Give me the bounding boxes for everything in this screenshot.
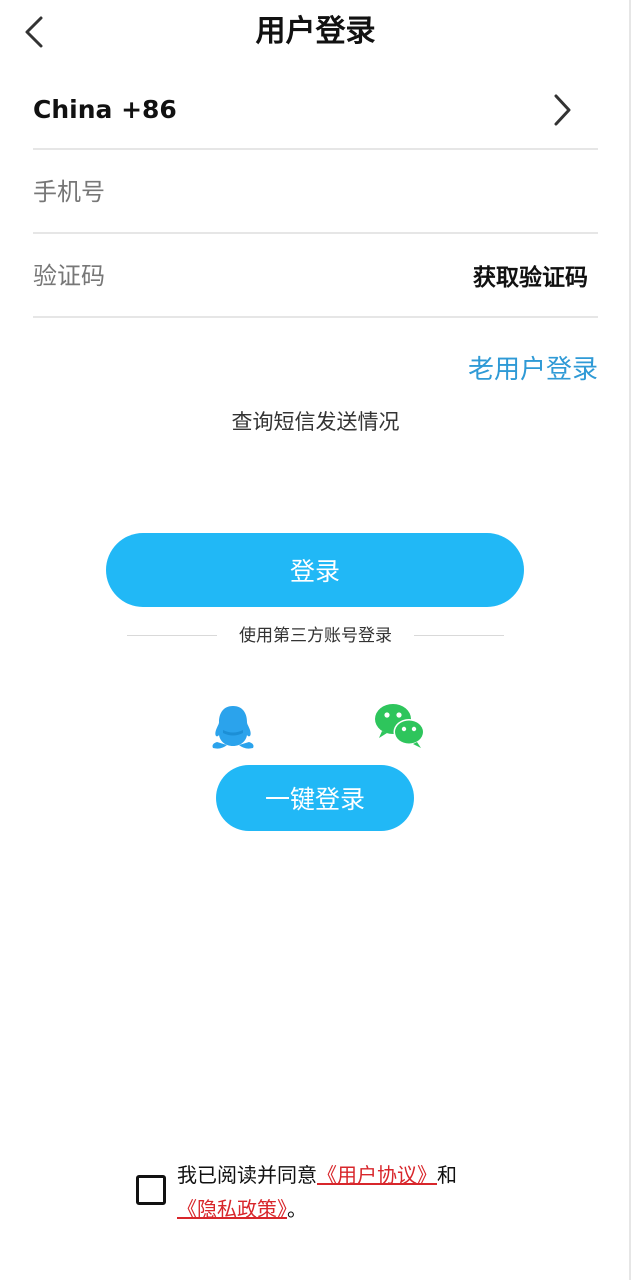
qq-login-button[interactable] [205,700,261,752]
agreement-text: 我已阅读并同意《用户协议》和《隐私政策》。 [177,1158,507,1226]
get-code-button[interactable]: 获取验证码 [473,258,588,298]
phone-input[interactable] [33,170,573,214]
user-agreement-link[interactable]: 《用户协议》 [317,1163,437,1187]
agreement-suffix: 。 [287,1197,307,1221]
country-code-label: China +86 [33,95,177,124]
chevron-right-icon [554,94,571,126]
sms-query-link[interactable]: 查询短信发送情况 [0,404,631,440]
header: 用户登录 [0,0,631,64]
agreement-prefix: 我已阅读并同意 [177,1163,317,1187]
third-party-login-label: 使用第三方账号登录 [239,626,392,646]
phone-field-row [33,150,598,234]
old-user-login-link[interactable]: 老用户登录 [468,350,598,390]
page-title: 用户登录 [255,14,376,49]
one-click-login-button[interactable]: 一键登录 [216,765,414,831]
wechat-icon [375,704,425,748]
agreement-and: 和 [437,1163,457,1187]
privacy-policy-link[interactable]: 《隐私政策》 [177,1197,287,1221]
wechat-login-button[interactable] [372,700,428,752]
divider-right [414,635,504,636]
qq-icon [212,706,254,749]
country-selector[interactable]: China +86 [33,66,598,150]
verification-code-row: 获取验证码 [33,234,598,318]
agreement-checkbox[interactable] [136,1175,166,1205]
verification-code-input[interactable] [33,254,413,298]
login-button[interactable]: 登录 [106,533,524,607]
